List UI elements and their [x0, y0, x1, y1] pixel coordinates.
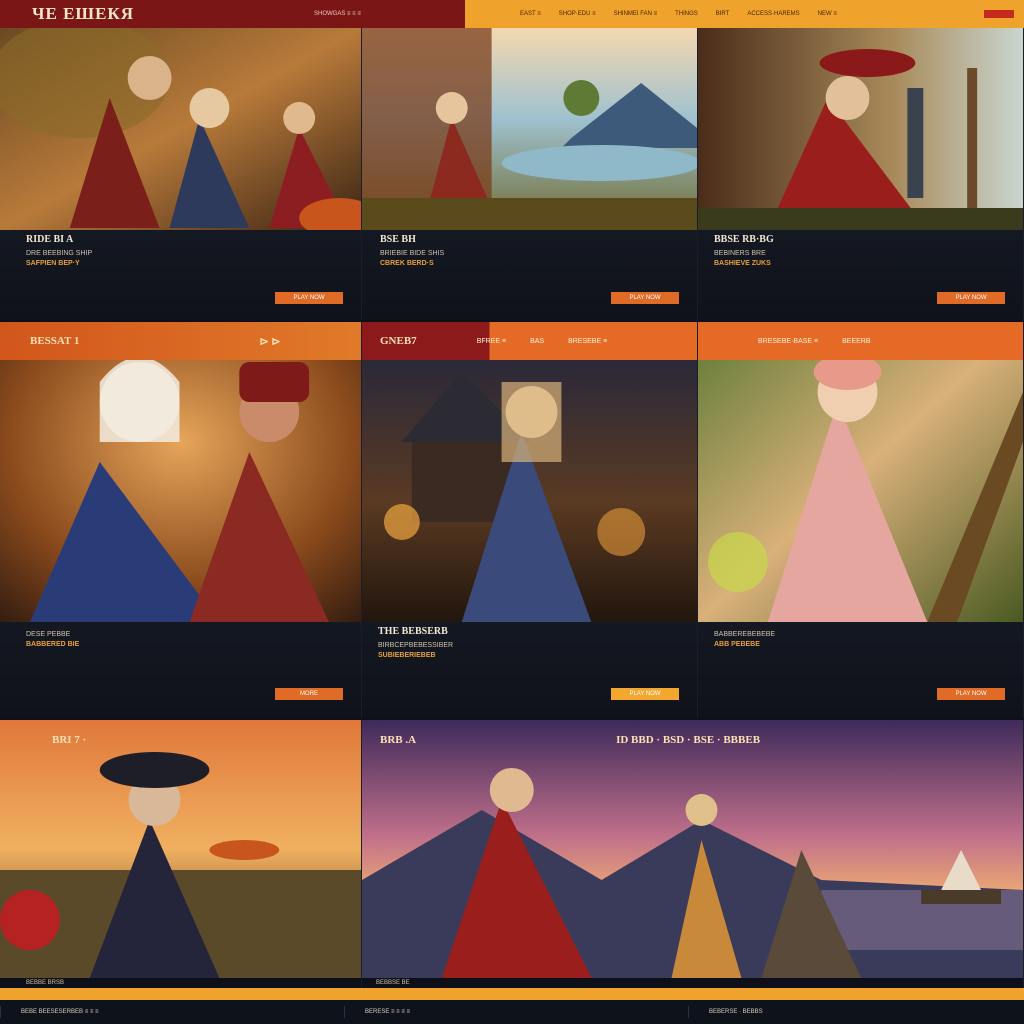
game-card[interactable]: GNEB7 BFREE ≡ BAS BRESEBE ≡ THE BEBSERB …: [362, 322, 698, 718]
game-card[interactable]: RIDE BI A DRE BEEBING SHIP SAFPIEN BEP·Y…: [0, 28, 362, 320]
card-artwork: [698, 28, 1023, 230]
footer-link[interactable]: BERESE ≡ ≡ ≡ ≡: [344, 1006, 680, 1018]
card-subtitle: BRIEBIE BIDE SHIS: [380, 250, 445, 257]
top-header: ЧЕ ЕШЕКЯ SHOWGAS ≡ ≡ ≡ EAST ≡ SHOP·EDU ≡…: [0, 0, 1024, 28]
nav-link[interactable]: BIRT: [716, 11, 730, 17]
card-artwork: BESSAT 1 ⊳ ⊳: [0, 322, 361, 622]
footer-bar: [0, 988, 1024, 1000]
section-links: BRESEBE·BASE ≡ BEEERB: [758, 338, 871, 345]
section-link[interactable]: BRESEBE ≡: [568, 338, 607, 345]
play-button[interactable]: PLAY NOW: [611, 292, 679, 304]
footer-link[interactable]: BEBERSE · BEBBS: [688, 1006, 1024, 1018]
footer-link[interactable]: BEBE BEESESERBEB ≡ ≡ ≡: [0, 1006, 336, 1018]
card-caption: BEBBSE BE: [362, 978, 1023, 988]
site-tagline: SHOWGAS ≡ ≡ ≡: [314, 11, 361, 17]
section-header: BRB .A ID BBD · BSD · BSE · BBBEB: [362, 720, 1023, 760]
game-card[interactable]: BBSE RB·BG BEBINERS BRE BASHIEVE ZUKS PL…: [698, 28, 1024, 320]
game-card[interactable]: BRI 7 · BEBBE BRSB: [0, 720, 362, 988]
play-button[interactable]: PLAY NOW: [275, 292, 343, 304]
card-meta: ABB PEBEBE: [714, 641, 760, 648]
card-subtitle: DESE PEBBE: [26, 631, 71, 638]
flag-icon[interactable]: [984, 10, 1014, 18]
card-caption: BEBBE BRSB: [0, 978, 361, 988]
nav-link[interactable]: NEW ≡: [818, 11, 837, 17]
nav-link[interactable]: SHOP·EDU ≡: [559, 11, 596, 17]
nav-link[interactable]: SHINMEI FAN ≡: [614, 11, 658, 17]
card-artwork: BRESEBE·BASE ≡ BEEERB: [698, 322, 1023, 622]
footer: BEBE BEESESERBEB ≡ ≡ ≡ BERESE ≡ ≡ ≡ ≡ BE…: [0, 1000, 1024, 1024]
card-meta: CBREK BERD·S: [380, 260, 434, 267]
top-nav: EAST ≡ SHOP·EDU ≡ SHINMEI FAN ≡ THINGS B…: [465, 0, 1024, 28]
card-subtitle: BABBEREBEBEBE: [714, 631, 776, 638]
card-artwork: BRI 7 ·: [0, 720, 361, 978]
card-info: BABBEREBEBEBE ABB PEBEBE PLAY NOW: [698, 622, 1023, 718]
game-card[interactable]: BRB .A ID BBD · BSD · BSE · BBBEB BEBBSE…: [362, 720, 1024, 988]
nav-link[interactable]: EAST ≡: [520, 11, 541, 17]
section-title: BRI 7 ·: [52, 734, 87, 746]
card-title: BSE BH: [380, 234, 416, 245]
nav-link[interactable]: ACCESS·HAREMS: [747, 11, 799, 17]
card-info: BSE BH BRIEBIE BIDE SHIS CBREK BERD·S PL…: [362, 230, 697, 320]
section-header: BRESEBE·BASE ≡ BEEERB: [698, 322, 1023, 360]
card-artwork: BRB .A ID BBD · BSD · BSE · BBBEB: [362, 720, 1023, 978]
card-title: THE BEBSERB: [378, 626, 448, 637]
play-button[interactable]: PLAY NOW: [937, 688, 1005, 700]
section-title: GNEB7: [380, 335, 417, 347]
card-info: DESE PEBBE BABBERED BIE MORE: [0, 622, 361, 718]
game-card[interactable]: BESSAT 1 ⊳ ⊳ DESE PEBBE BABBERED BIE MOR…: [0, 322, 362, 718]
section-title: BRB .A: [380, 734, 417, 746]
game-card[interactable]: BRESEBE·BASE ≡ BEEERB BABBEREBEBEBE ABB …: [698, 322, 1024, 718]
section-link[interactable]: BEEERB: [842, 338, 870, 345]
site-logo[interactable]: ЧЕ ЕШЕКЯ: [32, 4, 134, 24]
play-button[interactable]: PLAY NOW: [611, 688, 679, 700]
card-subtitle: BEBINERS BRE: [714, 250, 766, 257]
card-meta: BASHIEVE ZUKS: [714, 260, 771, 267]
card-artwork: [362, 28, 697, 230]
section-header: BRI 7 ·: [0, 720, 361, 760]
play-button[interactable]: PLAY NOW: [937, 292, 1005, 304]
card-title: BBSE RB·BG: [714, 234, 774, 245]
card-meta: BABBERED BIE: [26, 641, 80, 648]
card-title: RIDE BI A: [26, 234, 74, 245]
card-artwork: GNEB7 BFREE ≡ BAS BRESEBE ≡: [362, 322, 697, 622]
card-info: BBSE RB·BG BEBINERS BRE BASHIEVE ZUKS PL…: [698, 230, 1023, 320]
section-subtitle: ID BBD · BSD · BSE · BBBEB: [616, 734, 761, 746]
card-artwork: [0, 28, 361, 230]
more-button[interactable]: MORE: [275, 688, 343, 700]
section-link[interactable]: BAS: [530, 338, 544, 345]
section-title: BESSAT 1: [30, 335, 80, 347]
section-link[interactable]: BFREE ≡: [477, 338, 506, 345]
card-meta: SAFPIEN BEP·Y: [26, 260, 80, 267]
arrow-icon[interactable]: ⊳ ⊳: [259, 335, 280, 348]
card-subtitle: BIRBCEPBEBESSIBER: [378, 642, 454, 649]
brand-area: ЧЕ ЕШЕКЯ SHOWGAS ≡ ≡ ≡: [0, 0, 465, 28]
card-info: RIDE BI A DRE BEEBING SHIP SAFPIEN BEP·Y…: [0, 230, 361, 320]
section-link[interactable]: BRESEBE·BASE ≡: [758, 338, 818, 345]
section-header: BESSAT 1 ⊳ ⊳: [0, 322, 361, 360]
game-card[interactable]: BSE BH BRIEBIE BIDE SHIS CBREK BERD·S PL…: [362, 28, 698, 320]
card-meta: SUBIEBERIEBEB: [378, 652, 436, 659]
section-links: BFREE ≡ BAS BRESEBE ≡: [477, 338, 608, 345]
card-subtitle: DRE BEEBING SHIP: [26, 250, 93, 257]
nav-link[interactable]: THINGS: [675, 11, 698, 17]
section-header: GNEB7 BFREE ≡ BAS BRESEBE ≡: [362, 322, 697, 360]
card-info: THE BEBSERB BIRBCEPBEBESSIBER SUBIEBERIE…: [362, 622, 697, 718]
